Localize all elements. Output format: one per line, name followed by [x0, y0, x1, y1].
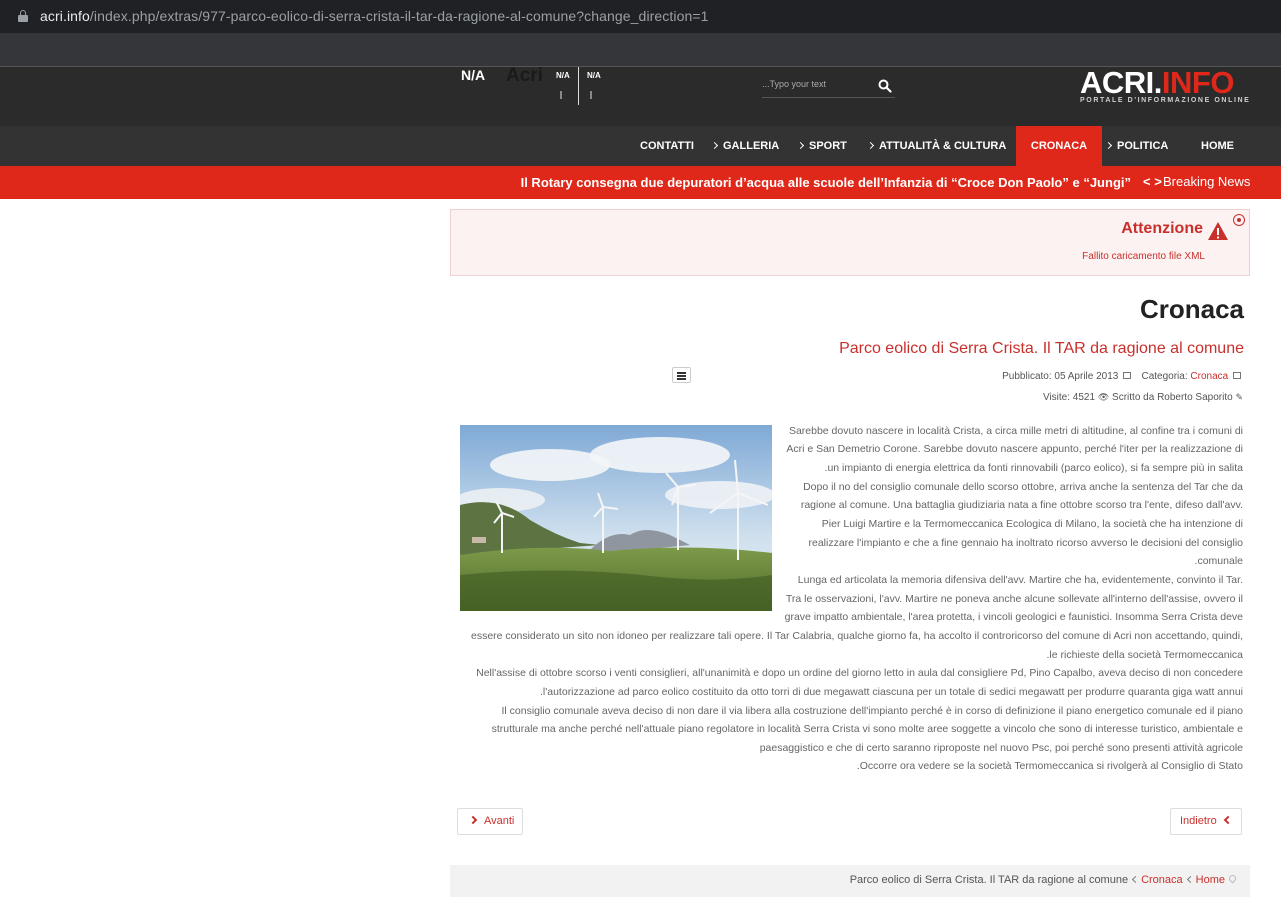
paragraph-line: .l'autorizzazione ad parco eolico costit… — [540, 686, 1243, 698]
category-heading: Cronaca — [1139, 294, 1244, 324]
nav-item-politica[interactable]: POLITICA — [1104, 126, 1168, 166]
nav-item-attualita[interactable]: ATTUALITÀ & CULTURA — [866, 126, 1006, 166]
paragraph-line: Dopo il no del consiglio comunale dello … — [803, 481, 1243, 493]
divider — [578, 67, 579, 105]
article-meta: Pubblicato: 05 Aprile 2013 Categoria: Cr… — [1002, 371, 1243, 382]
folder-icon — [1233, 371, 1241, 379]
published-date: 05 Aprile 2013 — [1054, 371, 1119, 382]
logo-main: ACRI. — [1080, 65, 1162, 100]
nav-item-cronaca[interactable]: CRONACA — [1016, 126, 1102, 166]
lock-icon — [18, 10, 28, 22]
paragraph-line: Pier Luigi Martire e la Termomeccanica E… — [821, 518, 1243, 530]
breadcrumb-home[interactable]: Home — [1196, 874, 1225, 886]
chevron-left-icon — [1132, 875, 1140, 884]
weather-na: N/A — [461, 67, 486, 83]
nav-item-sport[interactable]: SPORT — [796, 126, 847, 166]
paragraph-line: essere considerato un sito non idoneo pe… — [470, 630, 1243, 642]
weather-na-max: N/A — [587, 71, 601, 80]
article-title[interactable]: Parco eolico di Serra Crista. Il TAR da … — [839, 340, 1244, 358]
site-header: N/A Acri N/A N/A ACRI.INFO PORTALE D'INF… — [0, 65, 1281, 126]
alert-box: Attenzione Fallito caricamento file XML — [450, 209, 1250, 276]
alert-message: Fallito caricamento file XML — [1082, 251, 1205, 262]
chevron-left-icon — [1186, 875, 1194, 884]
logo-accent: INFO — [1161, 65, 1235, 100]
print-icon[interactable] — [672, 367, 691, 383]
article-meta-2: Visite: 4521 👁 Scritto da Roberto Sapori… — [1043, 392, 1243, 403]
paragraph-line: paesaggistico e che di certo saranno rip… — [759, 742, 1243, 754]
search-box — [762, 73, 895, 98]
search-input[interactable] — [762, 75, 872, 93]
chevron-left-icon — [1223, 815, 1232, 825]
paragraph-line: realizzare l'impianto e che a fine genna… — [808, 537, 1244, 549]
url-text[interactable]: acri.info/index.php/extras/977-parco-eol… — [40, 8, 709, 24]
site-logo[interactable]: ACRI.INFO PORTALE D'INFORMAZIONE ONLINE — [1080, 65, 1249, 105]
main-nav: CONTATTI GALLERIA SPORT ATTUALITÀ & CULT… — [0, 126, 1281, 166]
chevron-right-icon — [468, 815, 478, 825]
map-pin-icon — [1227, 873, 1238, 884]
nav-item-contatti[interactable]: CONTATTI — [640, 126, 694, 166]
paragraph-line: Il consiglio comunale aveva deciso di no… — [501, 705, 1243, 717]
chevron-right-icon — [710, 141, 719, 150]
article-image — [460, 425, 772, 611]
paragraph-line: strutturale ma anche perché nell'attuale… — [491, 723, 1243, 735]
breadcrumb: Parco eolico di Serra Crista. Il TAR da … — [450, 865, 1250, 897]
breaking-headline[interactable]: Il Rotary consegna due depuratori d’acqu… — [521, 175, 1131, 190]
published-label: Pubblicato: — [1002, 371, 1052, 382]
breaking-label: Breaking News — [1163, 174, 1251, 189]
weather-indicator — [560, 91, 562, 99]
visits-count: 4521 — [1072, 392, 1096, 403]
pencil-icon: ✎ — [1235, 392, 1243, 402]
warning-icon — [1208, 222, 1228, 240]
paragraph-line: .Occorre ora vedere se la società Termom… — [856, 760, 1243, 772]
paragraph-line: Tra le osservazioni, l'avv. Martire ne p… — [785, 593, 1243, 605]
nav-item-home[interactable]: HOME — [1201, 126, 1234, 166]
weather-indicator — [590, 91, 592, 99]
paragraph-line: .un impianto di energia elettrica da fon… — [824, 462, 1243, 474]
breaking-news-bar: Il Rotary consegna due depuratori d’acqu… — [0, 166, 1281, 199]
close-icon[interactable] — [1233, 214, 1245, 226]
search-icon[interactable] — [878, 79, 892, 93]
visits-label: Visite: — [1042, 392, 1071, 403]
city-name: Acri — [506, 65, 543, 86]
chevron-right-icon — [866, 141, 875, 150]
calendar-icon — [1123, 371, 1132, 379]
breaking-nav-arrows[interactable]: < > — [1143, 174, 1162, 189]
paragraph-line: ragione al comune. Una battaglia giudizi… — [800, 499, 1243, 511]
nav-item-galleria[interactable]: GALLERIA — [710, 126, 779, 166]
eye-icon: 👁 — [1097, 392, 1110, 402]
paragraph-line: Lunga ed articolata la memoria difensiva… — [797, 574, 1243, 586]
chevron-right-icon — [1104, 141, 1113, 150]
alert-title: Attenzione — [1121, 220, 1203, 237]
author: Scritto da Roberto Saporito — [1112, 392, 1233, 403]
breadcrumb-category[interactable]: Cronaca — [1141, 874, 1183, 886]
paragraph-line: Nell'assise di ottobre scorso i venti co… — [476, 667, 1243, 679]
breadcrumb-current: Parco eolico di Serra Crista. Il TAR da … — [849, 874, 1129, 886]
category-label: Categoria: — [1141, 371, 1188, 382]
browser-address-bar[interactable]: acri.info/index.php/extras/977-parco-eol… — [0, 0, 1281, 33]
weather-na-min: N/A — [556, 71, 570, 80]
paragraph-line: grave impatto ambientale, l'area protett… — [784, 611, 1243, 623]
paragraph-line: .comunale — [1194, 555, 1243, 567]
paragraph-line: Acri e San Demetrio Corone. Sarebbe dovu… — [786, 443, 1243, 455]
next-button[interactable]: Avanti — [457, 808, 523, 835]
paragraph-line: Sarebbe dovuto nascere in località Crist… — [788, 425, 1243, 437]
previous-button[interactable]: Indietro — [1170, 808, 1242, 835]
paragraph-line: .le richieste della società Termomeccani… — [1046, 649, 1243, 661]
category-link[interactable]: Cronaca — [1190, 371, 1228, 382]
chevron-right-icon — [796, 141, 805, 150]
bookmarks-bar — [0, 33, 1281, 66]
logo-tagline: PORTALE D'INFORMAZIONE ONLINE — [1080, 97, 1251, 104]
